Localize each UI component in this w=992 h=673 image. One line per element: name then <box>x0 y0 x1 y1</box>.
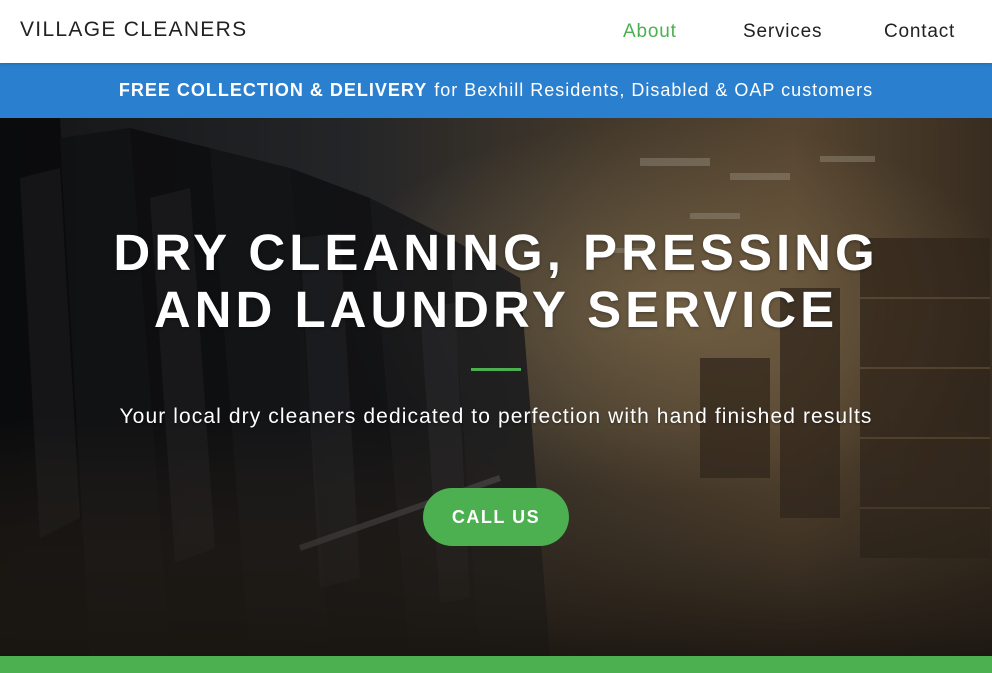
hero-subtitle: Your local dry cleaners dedicated to per… <box>119 405 873 428</box>
brand-logo-text[interactable]: VILLAGE CLEANERS <box>20 18 247 42</box>
nav-link-contact[interactable]: Contact <box>884 21 955 43</box>
call-us-button[interactable]: CALL US <box>423 488 569 546</box>
hero-dark-overlay <box>0 118 992 656</box>
promo-banner: FREE COLLECTION & DELIVERY for Bexhill R… <box>0 63 992 118</box>
top-navbar: VILLAGE CLEANERS About Services Contact <box>0 0 992 63</box>
hero-section: DRY CLEANING, PRESSING AND LAUNDRY SERVI… <box>0 118 992 656</box>
hero-title-line-1: DRY CLEANING, PRESSING <box>113 224 879 281</box>
nav-link-about[interactable]: About <box>623 21 677 43</box>
section-divider-band <box>0 656 992 673</box>
nav-link-services[interactable]: Services <box>743 21 822 43</box>
hero-title-line-2: AND LAUNDRY SERVICE <box>153 281 839 338</box>
promo-highlight: FREE COLLECTION & DELIVERY <box>118 80 428 100</box>
promo-text: for Bexhill Residents, Disabled & OAP cu… <box>434 80 874 100</box>
hero-title: DRY CLEANING, PRESSING AND LAUNDRY SERVI… <box>0 224 992 338</box>
hero-divider <box>471 368 521 371</box>
